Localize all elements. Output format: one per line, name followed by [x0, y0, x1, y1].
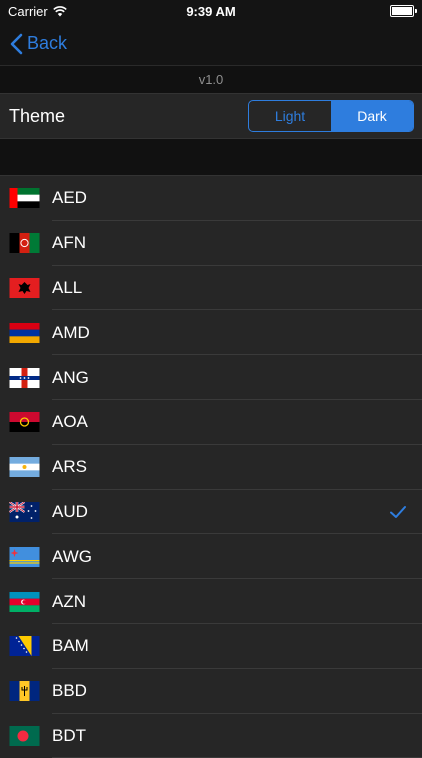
barbados-flag-icon [9, 681, 40, 702]
nav-bar: Back [0, 22, 422, 65]
currency-code: ARS [52, 457, 87, 477]
currency-row-aud[interactable]: AUD [0, 490, 422, 535]
currency-code: BBD [52, 681, 87, 701]
status-bar: Carrier 9:39 AM [0, 0, 422, 22]
checkmark-icon [390, 505, 406, 518]
currency-row-aed[interactable]: AED [0, 176, 422, 221]
currency-code: AUD [52, 501, 88, 521]
back-button[interactable]: Back [10, 33, 67, 55]
currency-row-aoa[interactable]: AOA [0, 400, 422, 445]
bangladesh-flag-icon [9, 725, 40, 746]
version-bar: v1.0 [0, 65, 422, 93]
chevron-left-icon [10, 33, 23, 54]
afghanistan-flag-icon [9, 233, 40, 254]
bosnia-flag-icon [9, 636, 40, 657]
wifi-icon [52, 5, 67, 16]
currency-code: AMD [52, 322, 90, 342]
currency-row-bdt[interactable]: BDT [0, 714, 422, 758]
currency-code: BAM [52, 636, 89, 656]
currency-row-bbd[interactable]: BBD [0, 669, 422, 714]
status-time: 9:39 AM [186, 3, 236, 19]
angola-flag-icon [9, 412, 40, 433]
netherlands-antilles-flag-icon [9, 367, 40, 388]
currency-row-ars[interactable]: ARS [0, 445, 422, 490]
armenia-flag-icon [9, 322, 40, 343]
albania-flag-icon [9, 277, 40, 298]
currency-row-all[interactable]: ALL [0, 266, 422, 311]
version-label: v1.0 [198, 72, 224, 87]
currency-code: AWG [52, 546, 92, 566]
currency-row-ang[interactable]: ANG [0, 355, 422, 400]
currency-code: AED [52, 188, 87, 208]
currency-code: AZN [52, 591, 86, 611]
theme-dark-option[interactable]: Dark [331, 101, 413, 131]
currency-list: AED AFN ALL AMD ANG AOA ARS AUD AWG AZN … [0, 176, 422, 758]
currency-row-bam[interactable]: BAM [0, 624, 422, 669]
theme-row: Theme Light Dark [0, 93, 422, 139]
currency-code: BDT [52, 725, 86, 745]
currency-code: ANG [52, 367, 89, 387]
battery-icon [390, 5, 417, 17]
azerbaijan-flag-icon [9, 591, 40, 612]
currency-row-azn[interactable]: AZN [0, 579, 422, 624]
currency-row-awg[interactable]: AWG [0, 534, 422, 579]
status-left: Carrier [8, 4, 67, 19]
currency-row-afn[interactable]: AFN [0, 221, 422, 266]
carrier-label: Carrier [8, 3, 48, 19]
theme-light-option[interactable]: Light [249, 101, 331, 131]
currency-code: AFN [52, 233, 86, 253]
australia-flag-icon [9, 501, 40, 522]
currency-row-amd[interactable]: AMD [0, 310, 422, 355]
section-spacer [0, 139, 422, 176]
currency-code: ALL [52, 277, 83, 297]
aruba-flag-icon [9, 546, 40, 567]
theme-segmented-control: Light Dark [248, 100, 414, 132]
back-label: Back [27, 33, 68, 53]
argentina-flag-icon [9, 457, 40, 478]
uae-flag-icon [9, 188, 40, 209]
currency-code: AOA [52, 412, 88, 432]
theme-label: Theme [9, 105, 66, 126]
